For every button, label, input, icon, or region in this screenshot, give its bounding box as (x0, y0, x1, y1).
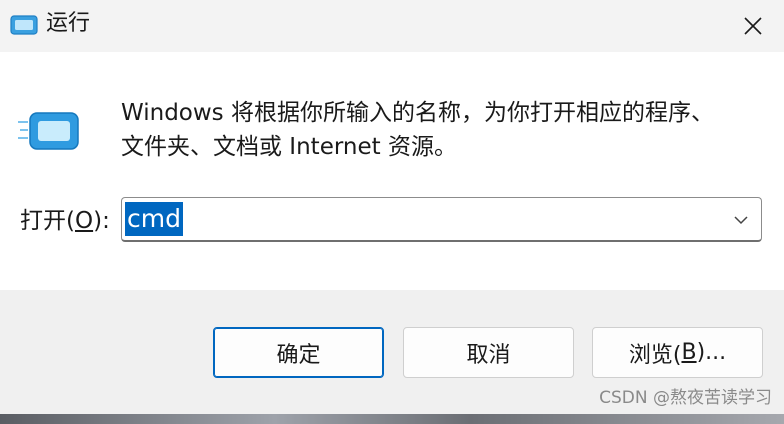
dropdown-button[interactable] (729, 208, 753, 232)
description-line-1: Windows 将根据你所输入的名称，为你打开相应的程序、 (121, 100, 714, 126)
window-title: 运行 (46, 11, 91, 36)
run-app-icon (18, 112, 79, 150)
browse-hotkey: B (681, 340, 697, 365)
description-line-2: 文件夹、文档或 Internet 资源。 (121, 134, 457, 160)
command-input[interactable]: cmd (125, 202, 183, 236)
run-dialog-window: 运行 Windows 将根据你所输入的名称，为你打开相应的程序、 文件夹、文档或… (0, 0, 784, 415)
open-label: 打开(O): (20, 208, 110, 234)
watermark: CSDN @熬夜苦读学习 (599, 388, 772, 408)
title-bar[interactable]: 运行 (0, 0, 784, 52)
desktop-background (0, 414, 784, 424)
dialog-description: Windows 将根据你所输入的名称，为你打开相应的程序、 文件夹、文档或 In… (121, 96, 741, 164)
chevron-down-icon (734, 216, 748, 225)
close-button[interactable] (722, 0, 784, 52)
ok-button[interactable]: 确定 (213, 327, 384, 378)
run-app-icon (10, 15, 38, 35)
dialog-content: Windows 将根据你所输入的名称，为你打开相应的程序、 文件夹、文档或 In… (0, 52, 784, 290)
dialog-footer: 确定 取消 浏览(B)... CSDN @熬夜苦读学习 (0, 290, 784, 414)
close-icon (744, 17, 762, 35)
browse-button[interactable]: 浏览(B)... (592, 327, 763, 378)
open-combobox[interactable]: cmd (121, 197, 762, 242)
cancel-button[interactable]: 取消 (403, 327, 574, 378)
open-hotkey: O (74, 208, 94, 234)
